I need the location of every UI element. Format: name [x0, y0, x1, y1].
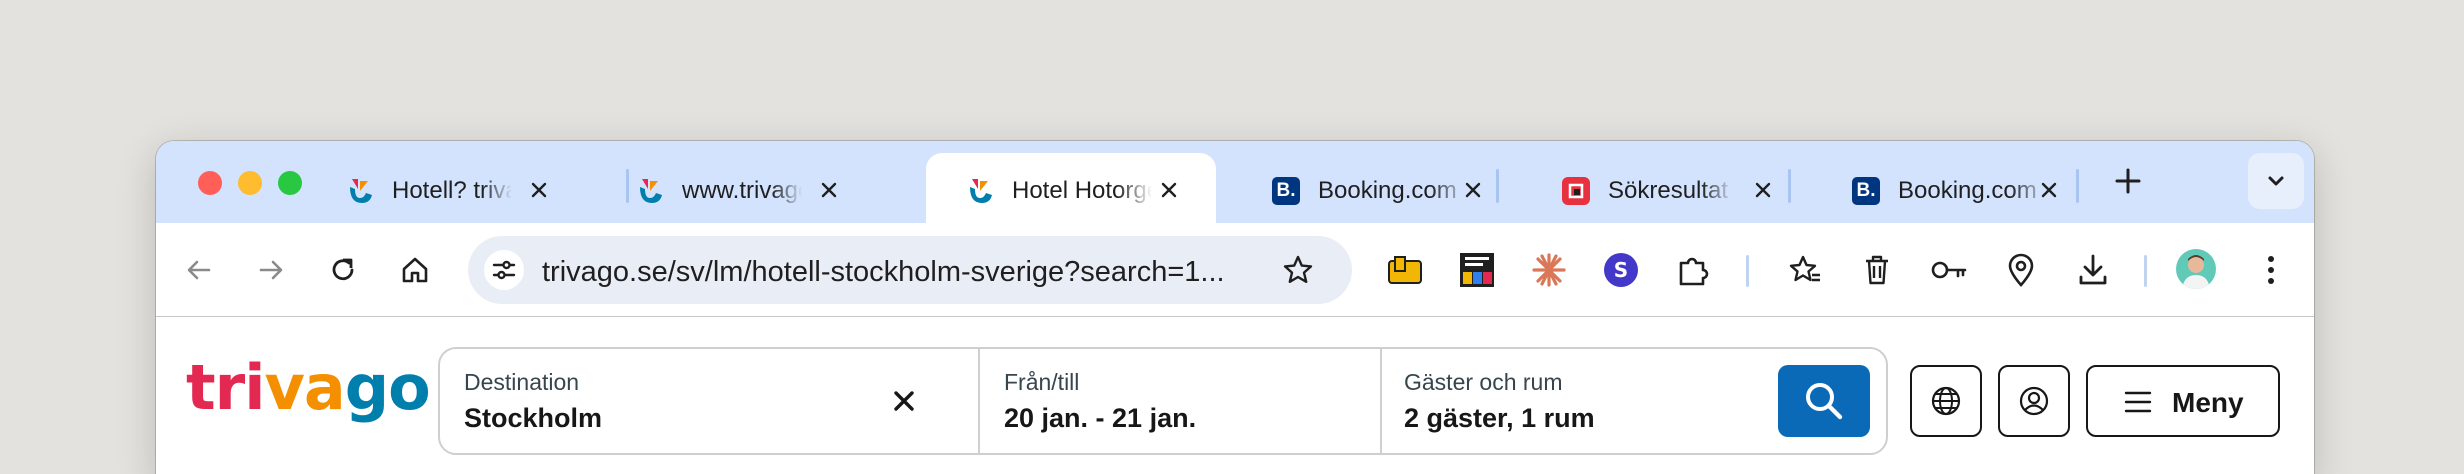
tab-title: Booking.com: [1898, 177, 2037, 204]
dates-field[interactable]: Från/till 20 jan. - 21 jan.: [980, 349, 1380, 453]
account-button[interactable]: [1998, 365, 2070, 437]
language-button[interactable]: [1910, 365, 1982, 437]
tab-title: Hotell? trivago: [392, 177, 512, 204]
tab-close-icon[interactable]: [812, 173, 846, 207]
browser-window: Hotell? trivago www.trivago.se: [156, 141, 2314, 474]
arrow-left-icon: [187, 260, 211, 280]
tab-search-button[interactable]: [2248, 153, 2304, 209]
extensions-puzzle-icon[interactable]: [1670, 247, 1716, 293]
reload-icon: [332, 258, 354, 281]
tab-divider: [1788, 169, 1791, 203]
clear-destination-icon[interactable]: [886, 383, 922, 419]
profile-avatar[interactable]: [2176, 249, 2216, 289]
location-pin-icon[interactable]: [1998, 247, 2044, 293]
browser-toolbar: trivago.se/sv/lm/hotell-stockholm-sverig…: [156, 223, 2314, 317]
menu-button[interactable]: Meny: [2086, 365, 2280, 437]
guests-label: Gäster och rum: [1404, 369, 1563, 395]
home-icon: [402, 257, 428, 283]
tool-extension-icon[interactable]: [1454, 247, 1500, 293]
tab-divider: [2076, 169, 2079, 203]
dates-label: Från/till: [1004, 369, 1080, 395]
destination-field[interactable]: Destination Stockholm: [440, 349, 980, 453]
site-settings-icon[interactable]: [484, 250, 524, 290]
url-text: trivago.se/sv/lm/hotell-stockholm-sverig…: [542, 256, 1225, 288]
search-button[interactable]: [1778, 365, 1870, 437]
toolbar-divider: [2144, 255, 2147, 287]
forward-button[interactable]: [248, 247, 294, 293]
logo-part-va: va: [264, 351, 345, 424]
tab-close-icon[interactable]: [1746, 173, 1780, 207]
kebab-menu-icon: [2268, 256, 2274, 284]
trivago-page: trivago Destination Stockholm Från/till …: [156, 317, 2314, 474]
hamburger-icon: [2124, 391, 2152, 413]
back-button[interactable]: [176, 247, 222, 293]
trivago-icon: [970, 179, 992, 203]
reload-button[interactable]: [320, 247, 366, 293]
search-icon: [1806, 383, 1843, 420]
trash-icon[interactable]: [1854, 247, 1900, 293]
red-app-icon: [1562, 177, 1590, 205]
booking-icon: B.: [1272, 177, 1300, 205]
s-extension-icon[interactable]: S: [1598, 247, 1644, 293]
dates-value: 20 jan. - 21 jan.: [1004, 403, 1197, 433]
trivago-logo[interactable]: trivago: [186, 357, 431, 419]
home-button[interactable]: [392, 247, 438, 293]
logo-part-tri: tri: [186, 351, 265, 424]
tab-2[interactable]: www.trivago.se: [592, 153, 882, 223]
user-circle-icon: [2019, 386, 2049, 416]
close-window-button[interactable]: [198, 171, 222, 195]
guests-value: 2 gäster, 1 rum: [1404, 403, 1595, 433]
bookmarks-star-icon[interactable]: [1782, 247, 1828, 293]
guests-field[interactable]: Gäster och rum 2 gäster, 1 rum: [1380, 349, 1770, 453]
search-bar: Destination Stockholm Från/till 20 jan. …: [438, 347, 1888, 455]
address-bar[interactable]: trivago.se/sv/lm/hotell-stockholm-sverig…: [468, 236, 1352, 304]
tab-title: www.trivago.se: [682, 177, 802, 204]
plus-icon: [2115, 168, 2141, 194]
minimize-window-button[interactable]: [238, 171, 262, 195]
svg-text:S: S: [1614, 258, 1628, 282]
claude-extension-icon[interactable]: [1526, 247, 1572, 293]
destination-label: Destination: [464, 369, 580, 395]
arrow-right-icon: [259, 260, 283, 280]
tab-close-icon[interactable]: [2032, 173, 2066, 207]
trivago-icon: [350, 179, 372, 203]
key-icon[interactable]: [1926, 247, 1972, 293]
tab-title: Hotel Hotorget: [1012, 177, 1152, 204]
browser-menu-button[interactable]: [2248, 247, 2294, 293]
chevron-down-icon: [2268, 176, 2284, 186]
trivago-icon: [640, 179, 662, 203]
new-tab-button[interactable]: [2108, 161, 2148, 201]
globe-icon: [1931, 386, 1961, 416]
tab-4[interactable]: B. Booking.com: [1228, 153, 1518, 223]
bookmark-star-icon[interactable]: [1278, 250, 1318, 290]
tab-5[interactable]: Sökresultat för: [1518, 153, 1808, 223]
tab-6[interactable]: B. Booking.com: [1808, 153, 2098, 223]
menu-label: Meny: [2172, 387, 2244, 418]
tab-close-icon[interactable]: [1152, 173, 1186, 207]
logo-part-go: go: [344, 351, 431, 424]
tab-divider: [1496, 169, 1499, 203]
tab-close-icon[interactable]: [522, 173, 556, 207]
wallet-extension-icon[interactable]: [1382, 247, 1428, 293]
toolbar-divider: [1746, 255, 1749, 287]
download-icon[interactable]: [2070, 247, 2116, 293]
destination-value: Stockholm: [464, 403, 603, 433]
booking-icon: B.: [1852, 177, 1880, 205]
tab-1[interactable]: Hotell? trivago: [302, 153, 592, 223]
tab-strip: Hotell? trivago www.trivago.se: [156, 141, 2314, 223]
tab-close-icon[interactable]: [1456, 173, 1490, 207]
tab-title: Sökresultat för: [1608, 177, 1733, 204]
tab-title: Booking.com: [1318, 177, 1457, 204]
maximize-window-button[interactable]: [278, 171, 302, 195]
tab-3-active[interactable]: Hotel Hotorget: [926, 153, 1216, 223]
